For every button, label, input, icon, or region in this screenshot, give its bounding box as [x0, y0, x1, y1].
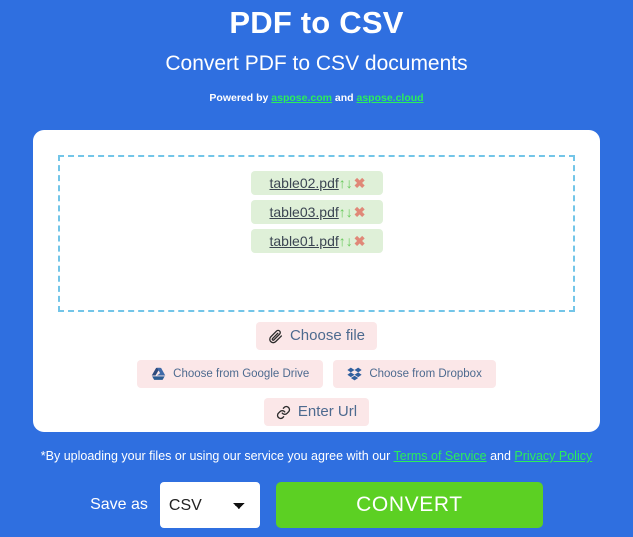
uploaded-file-list: table02.pdf ↑ ↓ ✖ table03.pdf ↑ ↓ ✖ tabl…: [60, 157, 573, 253]
choose-from-google-drive-button[interactable]: Choose from Google Drive: [137, 360, 324, 388]
move-down-icon[interactable]: ↓: [346, 205, 353, 219]
convert-button[interactable]: CONVERT: [275, 482, 543, 528]
powered-by-and: and: [331, 92, 357, 104]
cloud-source-row: Choose from Google Drive Choose from Dro…: [33, 360, 600, 388]
file-dropzone[interactable]: table02.pdf ↑ ↓ ✖ table03.pdf ↑ ↓ ✖ tabl…: [58, 155, 575, 312]
save-as-label: Save as: [90, 496, 148, 513]
upload-card: table02.pdf ↑ ↓ ✖ table03.pdf ↑ ↓ ✖ tabl…: [33, 130, 600, 432]
privacy-policy-link[interactable]: Privacy Policy: [514, 449, 592, 463]
choose-from-dropbox-button[interactable]: Choose from Dropbox: [333, 360, 496, 388]
aspose-com-link[interactable]: aspose.com: [271, 92, 332, 104]
dropbox-label: Choose from Dropbox: [369, 368, 482, 380]
move-up-icon[interactable]: ↑: [339, 234, 346, 248]
file-name-link[interactable]: table03.pdf: [269, 203, 338, 221]
move-up-icon[interactable]: ↑: [339, 176, 346, 190]
file-name-link[interactable]: table01.pdf: [269, 232, 338, 250]
google-drive-icon: [151, 367, 166, 381]
terms-disclaimer: *By uploading your files or using our se…: [0, 448, 633, 465]
aspose-cloud-link[interactable]: aspose.cloud: [356, 92, 423, 104]
move-down-icon[interactable]: ↓: [346, 176, 353, 190]
move-up-icon[interactable]: ↑: [339, 205, 346, 219]
file-source-buttons: Choose file Choose from Google Drive Cho…: [33, 322, 600, 426]
terms-of-service-link[interactable]: Terms of Service: [394, 449, 487, 463]
choose-file-button[interactable]: Choose file: [255, 322, 378, 350]
powered-by-line: Powered by aspose.com and aspose.cloud: [0, 91, 633, 105]
output-format-select[interactable]: CSV: [159, 482, 260, 528]
page-subtitle: Convert PDF to CSV documents: [165, 52, 468, 75]
remove-file-icon[interactable]: ✖: [353, 176, 366, 190]
page-title: PDF to CSV: [229, 5, 404, 40]
list-item[interactable]: table03.pdf ↑ ↓ ✖: [250, 200, 383, 224]
remove-file-icon[interactable]: ✖: [353, 234, 366, 248]
paperclip-icon: [268, 329, 283, 344]
list-item[interactable]: table02.pdf ↑ ↓ ✖: [250, 171, 383, 195]
remove-file-icon[interactable]: ✖: [353, 205, 366, 219]
link-icon: [276, 405, 291, 420]
choose-file-label: Choose file: [289, 327, 366, 344]
convert-controls: Save as CSV CONVERT: [0, 482, 633, 528]
file-name-link[interactable]: table02.pdf: [269, 174, 338, 192]
enter-url-row: Enter Url: [33, 398, 600, 426]
choose-file-row: Choose file: [33, 322, 600, 350]
move-down-icon[interactable]: ↓: [346, 234, 353, 248]
enter-url-button[interactable]: Enter Url: [263, 398, 370, 426]
terms-text-before: *By uploading your files or using our se…: [40, 449, 394, 463]
terms-text-between: and: [486, 449, 515, 463]
page-header: PDF to CSV Convert PDF to CSV documents …: [0, 0, 633, 105]
powered-by-prefix: Powered by: [209, 92, 272, 104]
list-item[interactable]: table01.pdf ↑ ↓ ✖: [250, 229, 383, 253]
google-drive-label: Choose from Google Drive: [173, 368, 310, 380]
dropbox-icon: [347, 367, 362, 381]
enter-url-label: Enter Url: [297, 403, 358, 420]
